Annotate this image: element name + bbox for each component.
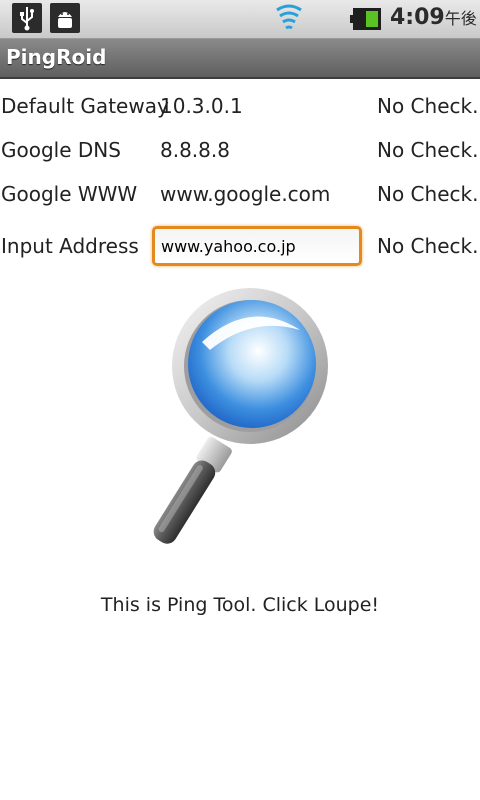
android-debug-icon — [50, 3, 80, 33]
row-label: Google WWW — [1, 182, 138, 206]
address-input[interactable] — [152, 226, 362, 266]
row-status: No Check... — [377, 94, 480, 118]
row-status: No Check... — [377, 182, 480, 206]
magnifier-icon[interactable] — [140, 288, 340, 550]
input-address-status: No Check... — [377, 234, 480, 258]
row-label: Google DNS — [1, 138, 121, 162]
battery-icon — [350, 6, 384, 36]
ping-row-default-gateway: Default Gateway 10.3.0.1 No Check... — [0, 86, 480, 126]
clock: 4:09午後 — [390, 5, 477, 32]
row-address: www.google.com — [160, 182, 331, 206]
row-label: Default Gateway — [1, 94, 169, 118]
wifi-icon — [274, 2, 304, 40]
row-status: No Check... — [377, 138, 480, 162]
row-address: 10.3.0.1 — [160, 94, 243, 118]
input-address-label: Input Address — [1, 234, 139, 258]
hint-text: This is Ping Tool. Click Loupe! — [100, 594, 380, 616]
row-address: 8.8.8.8 — [160, 138, 230, 162]
clock-time: 4:09 — [390, 5, 445, 30]
status-bar: 4:09午後 — [0, 0, 480, 39]
clock-ampm: 午後 — [444, 9, 477, 28]
usb-icon — [12, 3, 42, 33]
ping-row-input-address: Input Address No Check... — [0, 226, 480, 266]
app-title-bar: PingRoid — [0, 39, 480, 79]
ping-row-google-www: Google WWW www.google.com No Check... — [0, 174, 480, 214]
app-title: PingRoid — [6, 45, 107, 69]
ping-row-google-dns: Google DNS 8.8.8.8 No Check... — [0, 130, 480, 170]
